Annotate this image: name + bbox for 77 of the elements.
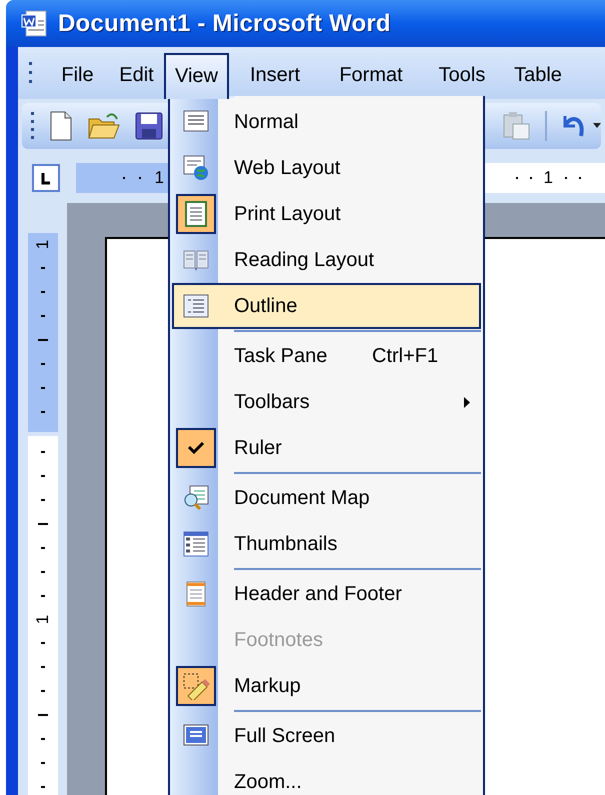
- ruler-tick: [41, 291, 45, 293]
- menu-bar-item[interactable]: View: [164, 53, 229, 99]
- tab-selector-icon[interactable]: [32, 164, 60, 192]
- ruler-tick: [41, 267, 45, 269]
- shortcut-text: Ctrl+F1: [372, 344, 438, 369]
- ruler-tick: [38, 339, 48, 341]
- menu-bar-item[interactable]: Insert: [229, 53, 321, 99]
- menu-item[interactable]: Toolbars: [172, 379, 481, 425]
- pencil-icon: [182, 672, 210, 700]
- ruler-tick: [41, 762, 45, 764]
- ruler-tick: [41, 642, 45, 644]
- outline-list-icon: [182, 292, 210, 320]
- magnifier-page-icon: [182, 484, 210, 512]
- ruler-tick: [41, 690, 45, 692]
- ruler-number: 1: [544, 167, 553, 190]
- menu-item[interactable]: Web Layout: [172, 145, 481, 191]
- ruler-tick: [41, 595, 45, 597]
- menu-bar-item[interactable]: Table: [503, 53, 573, 99]
- menu-item-label: Thumbnails: [234, 532, 338, 557]
- ruler-tick: [38, 714, 48, 716]
- menu-item[interactable]: Outline: [172, 283, 481, 329]
- menu-item-label: Footnotes: [234, 628, 323, 653]
- menu-item[interactable]: Reading Layout: [172, 237, 481, 283]
- menu-item-label: Outline: [234, 294, 298, 319]
- grip-icon: [28, 61, 34, 85]
- ruler-tick: [41, 547, 45, 549]
- ruler-number: 1: [34, 614, 52, 624]
- menu-item-label: Reading Layout: [234, 248, 374, 273]
- ruler-tick: [41, 315, 45, 317]
- menu-item-label: Full Screen: [234, 724, 336, 749]
- menu-item[interactable]: Normal: [172, 99, 481, 145]
- folder-icon[interactable]: [87, 111, 121, 141]
- globe-page-icon: [182, 154, 210, 182]
- menu-item[interactable]: Print Layout: [172, 191, 481, 237]
- ruler-tick: [41, 363, 45, 365]
- ruler-tick: [41, 387, 45, 389]
- clipboard-icon[interactable]: [501, 111, 531, 141]
- menu-bar-item[interactable]: File: [46, 53, 109, 99]
- ruler-tick: [41, 499, 45, 501]
- ruler-tick: [41, 475, 45, 477]
- menu-item-label: Task Pane: [234, 344, 328, 369]
- menu-item-label: Ruler: [234, 436, 282, 461]
- grip-icon: [30, 111, 35, 141]
- menu-item[interactable]: Document Map: [172, 475, 481, 521]
- menu-item[interactable]: Header and Footer: [172, 571, 481, 617]
- menu-item[interactable]: Full Screen: [172, 713, 481, 759]
- ruler-number: 1: [34, 240, 52, 250]
- dropdown-arrow-icon[interactable]: [593, 123, 601, 129]
- menu-item-label: Normal: [234, 110, 298, 135]
- menu-item[interactable]: Thumbnails: [172, 521, 481, 567]
- menu-item[interactable]: Zoom...: [172, 759, 481, 795]
- menu-item-label: Zoom...: [234, 770, 302, 795]
- ruler-tick: [41, 666, 45, 668]
- menu-item-label: Document Map: [234, 486, 370, 511]
- ruler-tick: [41, 738, 45, 740]
- list-pages-icon: [182, 530, 210, 558]
- window-title: Document1 - Microsoft Word: [58, 8, 391, 38]
- menu-item-label: Print Layout: [234, 202, 341, 227]
- page-lines-icon: [182, 200, 210, 228]
- menu-item-label: Toolbars: [234, 390, 310, 415]
- menu-item[interactable]: Markup: [172, 663, 481, 709]
- ruler-tick: [41, 451, 45, 453]
- ruler-tick: [41, 786, 45, 788]
- menu-item-label: Markup: [234, 674, 301, 699]
- menu-bar-item[interactable]: Format: [321, 53, 421, 99]
- menu-item[interactable]: Ruler: [172, 425, 481, 471]
- ruler-tick: [38, 523, 48, 525]
- menu-bar-item[interactable]: Edit: [109, 53, 164, 99]
- menu-item-label: Web Layout: [234, 156, 340, 181]
- menu-bar-item[interactable]: Tools: [421, 53, 503, 99]
- menu-item-label: Header and Footer: [234, 582, 402, 607]
- ruler-tick: [41, 411, 45, 413]
- menu-item[interactable]: Task Pane Ctrl+F1: [172, 333, 481, 379]
- ruler-tick: [41, 571, 45, 573]
- checkmark-icon: [188, 442, 204, 454]
- ruler-number: 1: [154, 167, 164, 190]
- blank-page-icon[interactable]: [49, 111, 73, 141]
